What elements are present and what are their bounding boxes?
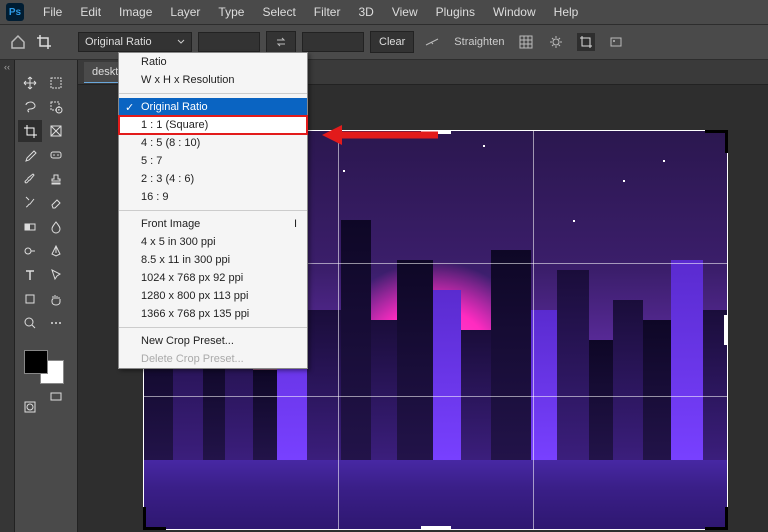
tool-panel xyxy=(15,60,78,532)
heal-tool[interactable] xyxy=(44,144,68,166)
menu-window[interactable]: Window xyxy=(484,5,545,19)
path-select-tool[interactable] xyxy=(44,264,68,286)
dd-wxh[interactable]: W x H x Resolution xyxy=(119,71,307,89)
zoom-tool[interactable] xyxy=(18,312,42,334)
aspect-ratio-menu[interactable]: Ratio W x H x Resolution Original Ratio … xyxy=(118,52,308,369)
dd-1366x768[interactable]: 1366 x 768 px 135 ppi xyxy=(119,305,307,323)
stamp-tool[interactable] xyxy=(44,168,68,190)
dd-1-1-square[interactable]: 1 : 1 (Square) xyxy=(119,116,307,134)
menu-3d[interactable]: 3D xyxy=(349,5,382,19)
menu-edit[interactable]: Edit xyxy=(71,5,110,19)
photoshop-window: Ps File Edit Image Layer Type Select Fil… xyxy=(0,0,768,532)
collapse-bar[interactable]: ‹‹ xyxy=(0,60,15,532)
dd-16-9[interactable]: 16 : 9 xyxy=(119,188,307,206)
dodge-tool[interactable] xyxy=(18,240,42,262)
menu-view[interactable]: View xyxy=(383,5,427,19)
more-tools[interactable] xyxy=(44,312,68,334)
app-logo: Ps xyxy=(6,3,24,21)
hand-tool[interactable] xyxy=(44,288,68,310)
aspect-ratio-value: Original Ratio xyxy=(85,36,152,48)
dd-8p5x11in[interactable]: 8.5 x 11 in 300 ppi xyxy=(119,251,307,269)
color-swatches[interactable] xyxy=(18,336,74,384)
quick-select-tool[interactable] xyxy=(44,96,68,118)
frame-tool[interactable] xyxy=(44,120,68,142)
dd-original-ratio[interactable]: Original Ratio xyxy=(119,98,307,116)
dd-4-5[interactable]: 4 : 5 (8 : 10) xyxy=(119,134,307,152)
grid-overlay-icon[interactable] xyxy=(517,33,535,51)
dd-delete-preset: Delete Crop Preset... xyxy=(119,350,307,368)
history-brush-tool[interactable] xyxy=(18,192,42,214)
dd-4x5in[interactable]: 4 x 5 in 300 ppi xyxy=(119,233,307,251)
screen-mode-icon[interactable] xyxy=(44,386,68,408)
straighten-icon[interactable] xyxy=(423,33,441,51)
crop-height-input[interactable] xyxy=(302,32,364,52)
eraser-tool[interactable] xyxy=(44,192,68,214)
crop-tool-icon[interactable] xyxy=(34,32,54,52)
menu-plugins[interactable]: Plugins xyxy=(427,5,484,19)
marquee-tool[interactable] xyxy=(44,72,68,94)
swap-dimensions-button[interactable] xyxy=(266,31,296,53)
crop-width-input[interactable] xyxy=(198,32,260,52)
chevron-down-icon xyxy=(177,38,185,46)
dd-5-7[interactable]: 5 : 7 xyxy=(119,152,307,170)
dd-1280x800[interactable]: 1280 x 800 px 113 ppi xyxy=(119,287,307,305)
dd-sep xyxy=(119,327,307,328)
workspace-body: ‹‹ xyxy=(0,60,768,532)
delete-pixels-icon[interactable] xyxy=(577,33,595,51)
text-tool[interactable] xyxy=(18,264,42,286)
gradient-tool[interactable] xyxy=(18,216,42,238)
menu-help[interactable]: Help xyxy=(545,5,588,19)
shape-tool[interactable] xyxy=(18,288,42,310)
home-icon[interactable] xyxy=(8,32,28,52)
foreground-swatch[interactable] xyxy=(24,350,48,374)
lasso-tool[interactable] xyxy=(18,96,42,118)
menu-layer[interactable]: Layer xyxy=(161,5,209,19)
pen-tool[interactable] xyxy=(44,240,68,262)
move-tool[interactable] xyxy=(18,72,42,94)
dd-new-preset[interactable]: New Crop Preset... xyxy=(119,332,307,350)
dd-sep xyxy=(119,210,307,211)
menu-image[interactable]: Image xyxy=(110,5,161,19)
dd-front-image[interactable]: Front Image xyxy=(119,215,307,233)
blur-tool[interactable] xyxy=(44,216,68,238)
dd-1024x768[interactable]: 1024 x 768 px 92 ppi xyxy=(119,269,307,287)
image-water xyxy=(143,460,728,530)
clear-button[interactable]: Clear xyxy=(370,31,414,53)
menu-filter[interactable]: Filter xyxy=(305,5,350,19)
dd-ratio[interactable]: Ratio xyxy=(119,53,307,71)
menu-select[interactable]: Select xyxy=(253,5,304,19)
dd-sep xyxy=(119,93,307,94)
aspect-ratio-dropdown[interactable]: Original Ratio xyxy=(78,32,192,52)
eyedropper-tool[interactable] xyxy=(18,144,42,166)
dd-2-3[interactable]: 2 : 3 (4 : 6) xyxy=(119,170,307,188)
menu-type[interactable]: Type xyxy=(209,5,253,19)
menu-bar: Ps File Edit Image Layer Type Select Fil… xyxy=(0,0,768,25)
straighten-label[interactable]: Straighten xyxy=(454,36,504,48)
gear-icon[interactable] xyxy=(547,33,565,51)
quick-mask-icon[interactable] xyxy=(18,396,42,418)
content-aware-icon[interactable] xyxy=(607,33,625,51)
brush-tool[interactable] xyxy=(18,168,42,190)
options-bar: Original Ratio Clear Straighten xyxy=(0,25,768,60)
crop-tool[interactable] xyxy=(18,120,42,142)
menu-file[interactable]: File xyxy=(34,5,71,19)
